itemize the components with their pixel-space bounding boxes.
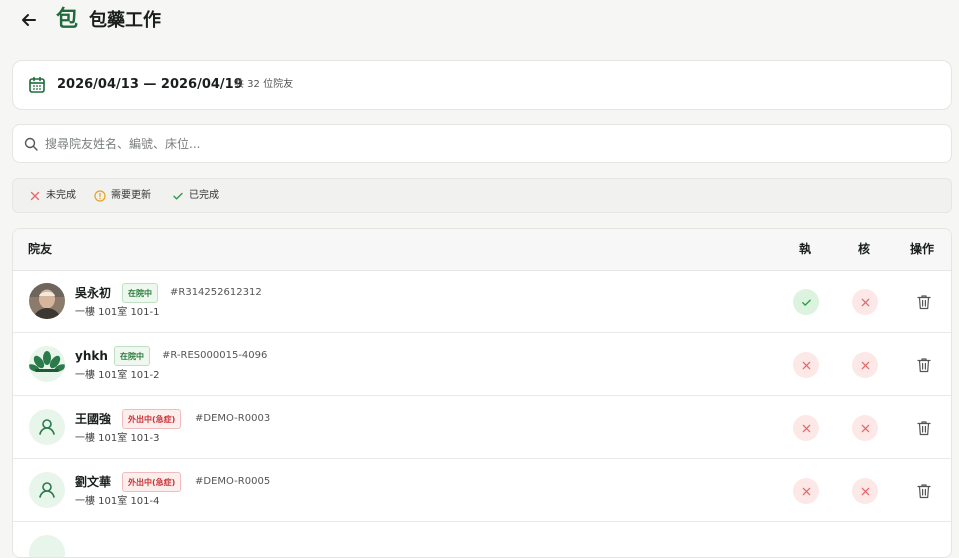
search-input[interactable] (45, 133, 925, 155)
x-icon (802, 424, 810, 432)
search-bar (12, 124, 952, 163)
exec-status-button[interactable] (793, 352, 819, 378)
check-status-button[interactable] (852, 478, 878, 504)
table-header: 院友 執 核 操作 (13, 229, 951, 271)
calendar-icon (29, 76, 45, 93)
status-legend: 未完成 需要更新 已完成 (12, 178, 952, 213)
check-status-button[interactable] (852, 289, 878, 315)
resident-count: 共 32 位院友 (234, 79, 294, 90)
bed-location: 一樓 101室 101-4 (75, 496, 160, 507)
avatar (29, 535, 65, 557)
check-icon (801, 299, 811, 306)
table-row[interactable] (13, 522, 951, 557)
check-status-button[interactable] (852, 415, 878, 441)
table-row[interactable]: 吳永初 在院中 #R314252612312 一樓 101室 101-1 (13, 270, 951, 333)
trash-icon[interactable] (917, 420, 931, 436)
date-range-text: 2026/04/13 — 2026/04/19 (57, 77, 243, 92)
status-badge: 外出中(急症) (122, 409, 182, 429)
table-row[interactable]: 王國強 外出中(急症) #DEMO-R0003 一樓 101室 101-3 (13, 396, 951, 459)
trash-icon[interactable] (917, 357, 931, 373)
app-logo: 包 (56, 7, 79, 32)
legend-needs-update-label: 需要更新 (111, 190, 151, 201)
user-icon (39, 482, 55, 498)
resident-name: 吳永初 (75, 286, 112, 300)
x-icon (802, 487, 810, 495)
bed-location: 一樓 101室 101-2 (75, 370, 160, 381)
x-icon (861, 487, 869, 495)
header-actions: 操作 (910, 242, 935, 256)
status-badge: 在院中 (122, 283, 158, 303)
resident-name: 王國強 (75, 412, 112, 426)
legend-incomplete: 未完成 (29, 189, 76, 203)
resident-id: #R314252612312 (170, 287, 262, 298)
x-icon (30, 191, 40, 201)
resident-name: 劉文華 (75, 475, 112, 489)
resident-id: #DEMO-R0005 (195, 476, 271, 487)
status-badge: 外出中(急症) (122, 472, 182, 492)
x-icon (802, 361, 810, 369)
avatar (29, 346, 65, 382)
residents-table: 院友 執 核 操作 吳永初 在院中 #R314252612312 一樓 101室… (12, 228, 952, 558)
header: 包 包藥工作 (0, 0, 959, 42)
date-range-card[interactable]: 2026/04/13 — 2026/04/19 共 32 位院友 (12, 60, 952, 110)
check-status-button[interactable] (852, 352, 878, 378)
status-badge: 在院中 (114, 346, 150, 366)
bed-location: 一樓 101室 101-3 (75, 433, 160, 444)
legend-complete: 已完成 (172, 189, 219, 203)
bed-location: 一樓 101室 101-1 (75, 307, 160, 318)
exec-status-button[interactable] (793, 289, 819, 315)
resident-id: #DEMO-R0003 (195, 413, 271, 424)
legend-incomplete-label: 未完成 (46, 190, 76, 201)
avatar (29, 283, 65, 319)
legend-complete-label: 已完成 (189, 190, 219, 201)
check-icon (173, 192, 183, 200)
header-resident: 院友 (28, 242, 53, 256)
exec-status-button[interactable] (793, 478, 819, 504)
avatar (29, 409, 65, 445)
x-icon (861, 361, 869, 369)
exec-status-button[interactable] (793, 415, 819, 441)
alert-circle-icon (94, 190, 106, 202)
resident-id: #R-RES000015-4096 (162, 350, 268, 361)
trash-icon[interactable] (917, 483, 931, 499)
header-check: 核 (858, 242, 871, 256)
resident-name: yhkh (75, 349, 108, 363)
header-exec: 執 (799, 242, 812, 256)
back-arrow-icon[interactable] (18, 9, 40, 31)
x-icon (861, 298, 869, 306)
table-row[interactable]: yhkh 在院中 #R-RES000015-4096 一樓 101室 101-2 (13, 333, 951, 396)
legend-needs-update: 需要更新 (94, 189, 151, 203)
avatar (29, 472, 65, 508)
x-icon (861, 424, 869, 432)
trash-icon[interactable] (917, 294, 931, 310)
user-icon (39, 419, 55, 435)
search-icon (24, 137, 38, 151)
table-row[interactable]: 劉文華 外出中(急症) #DEMO-R0005 一樓 101室 101-4 (13, 459, 951, 522)
page-title: 包藥工作 (89, 10, 161, 31)
